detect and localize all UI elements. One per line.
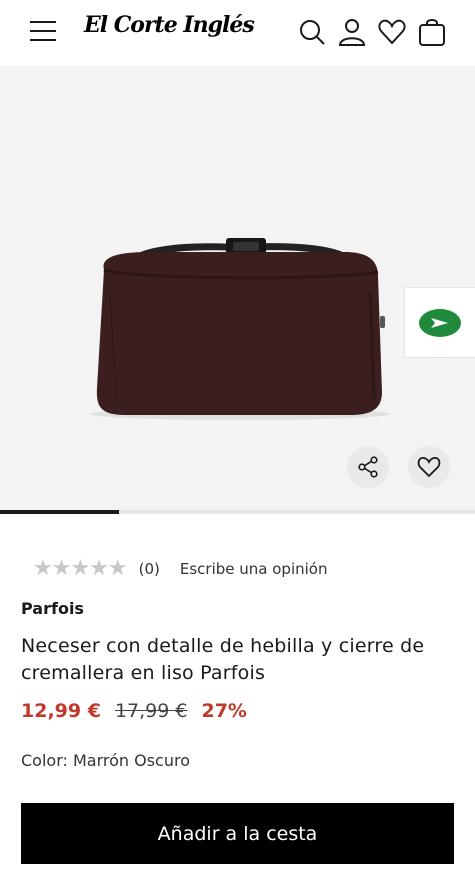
heart-icon[interactable] [378,17,406,47]
rating-count: (0) [138,559,160,578]
star-rating-icon: ★★★★★ [33,556,128,581]
favorite-button[interactable] [408,446,450,488]
assistant-badge[interactable] [404,287,475,358]
gallery-progress-fill [0,510,119,514]
price-row: 12,99 € 17,99 € 27% [21,700,247,722]
brand-name[interactable]: Parfois [21,599,84,618]
header: El Corte Inglés [0,0,475,66]
current-price: 12,99 € [21,700,101,722]
color-label: Color: Marrón Oscuro [21,751,190,770]
gallery-progress [0,510,475,514]
heart-outline-icon [417,457,441,478]
write-review-link[interactable]: Escribe una opinión [180,560,328,578]
logo[interactable]: El Corte Inglés [84,12,255,38]
user-icon[interactable] [338,17,366,47]
add-to-cart-button[interactable]: Añadir a la cesta [21,803,454,864]
play-badge-icon [419,308,461,337]
discount-badge: 27% [201,700,247,722]
search-icon[interactable] [298,17,326,47]
rating-row: ★★★★★ (0) Escribe una opinión [33,556,327,581]
original-price: 17,99 € [114,700,188,722]
share-button[interactable] [347,446,389,488]
menu-icon[interactable] [30,21,56,43]
product-title: Neceser con detalle de hebilla y cierre … [21,635,425,684]
share-icon [358,456,378,478]
bag-icon[interactable] [418,17,446,47]
